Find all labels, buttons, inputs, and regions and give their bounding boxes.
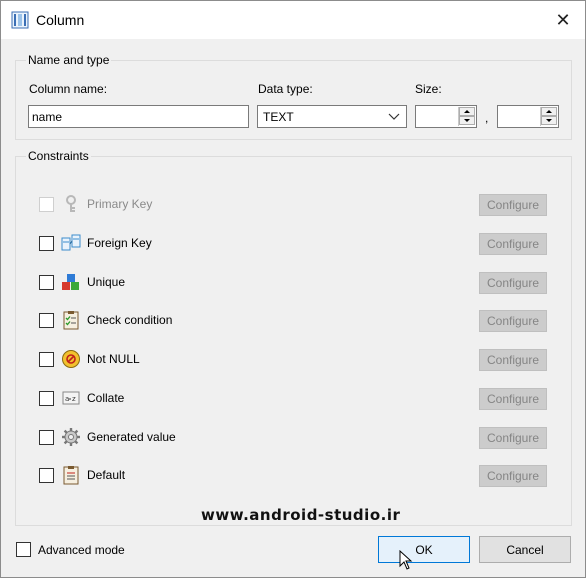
gear-icon (61, 427, 81, 447)
primary-key-checkbox[interactable] (39, 197, 54, 212)
column-dialog: Column ✕ Name and type Column name: Data… (0, 0, 586, 578)
column-table-icon (11, 11, 29, 29)
constraint-row-foreign-key: Foreign Key Configure (39, 233, 549, 255)
svg-text:a: a (65, 395, 69, 403)
close-button[interactable]: ✕ (541, 1, 585, 39)
collate-configure-button[interactable]: Configure (479, 388, 547, 410)
constraint-row-check-condition: Check condition Configure (39, 310, 549, 332)
chevron-down-icon (388, 110, 400, 122)
spin-up-button[interactable] (541, 107, 557, 116)
unique-checkbox[interactable] (39, 275, 54, 290)
foreign-key-icon (61, 233, 81, 253)
cancel-button[interactable]: Cancel (479, 536, 571, 563)
size-spinbox-2[interactable] (497, 105, 559, 128)
watermark: www.android-studio.ir (201, 506, 401, 524)
svg-text:z: z (72, 395, 76, 403)
collate-label: Collate (87, 391, 125, 405)
unique-configure-button[interactable]: Configure (479, 272, 547, 294)
constraint-row-unique: Unique Configure (39, 272, 549, 294)
column-name-label: Column name: (29, 82, 108, 96)
advanced-mode-label: Advanced mode (38, 543, 125, 557)
check-condition-checkbox[interactable] (39, 313, 54, 328)
generated-value-configure-button[interactable]: Configure (479, 427, 547, 449)
clipboard-icon (61, 465, 81, 485)
spin-down-button[interactable] (459, 116, 475, 125)
collate-checkbox[interactable] (39, 391, 54, 406)
advanced-mode-checkbox[interactable] (16, 542, 31, 557)
ok-button[interactable]: OK (378, 536, 470, 563)
not-null-icon (61, 349, 81, 369)
arrow-down-icon (464, 119, 470, 122)
data-type-select[interactable]: TEXT (257, 105, 407, 128)
unique-blocks-icon (61, 272, 81, 292)
check-condition-configure-button[interactable]: Configure (479, 310, 547, 332)
primary-key-label: Primary Key (87, 197, 153, 211)
mouse-cursor-icon (399, 549, 413, 570)
key-icon (61, 194, 81, 214)
window-title: Column (36, 12, 85, 28)
constraints-legend: Constraints (26, 149, 91, 163)
constraint-row-not-null: Not NULL Configure (39, 349, 549, 371)
checklist-icon (61, 310, 81, 330)
constraint-row-default: Default Configure (39, 465, 549, 487)
check-condition-label: Check condition (87, 313, 173, 327)
size-spinbox-1[interactable] (415, 105, 477, 128)
foreign-key-checkbox[interactable] (39, 236, 54, 251)
column-name-input[interactable] (28, 105, 249, 128)
spin-up-button[interactable] (459, 107, 475, 116)
size-separator: , (485, 111, 489, 125)
default-configure-button[interactable]: Configure (479, 465, 547, 487)
default-label: Default (87, 468, 126, 482)
arrow-up-icon (546, 110, 552, 113)
unique-label: Unique (87, 275, 126, 289)
collate-icon: az (61, 388, 81, 408)
size-label: Size: (415, 82, 442, 96)
constraint-row-generated-value: Generated value Configure (39, 427, 549, 449)
arrow-down-icon (546, 119, 552, 122)
default-checkbox[interactable] (39, 468, 54, 483)
spin-down-button[interactable] (541, 116, 557, 125)
generated-value-checkbox[interactable] (39, 430, 54, 445)
data-type-label: Data type: (258, 82, 313, 96)
foreign-key-label: Foreign Key (87, 236, 152, 250)
constraint-row-primary-key: Primary Key Configure (39, 194, 549, 216)
primary-key-configure-button[interactable]: Configure (479, 194, 547, 216)
data-type-value: TEXT (263, 110, 294, 124)
not-null-checkbox[interactable] (39, 352, 54, 367)
constraint-row-collate: az Collate Configure (39, 388, 549, 410)
foreign-key-configure-button[interactable]: Configure (479, 233, 547, 255)
arrow-up-icon (464, 110, 470, 113)
title-bar: Column ✕ (1, 1, 585, 39)
name-and-type-group: Name and type (15, 53, 572, 140)
generated-value-label: Generated value (87, 430, 176, 444)
spin-buttons-1 (458, 107, 475, 126)
name-and-type-legend: Name and type (26, 53, 112, 67)
close-icon: ✕ (555, 9, 571, 30)
spin-buttons-2 (540, 107, 557, 126)
not-null-label: Not NULL (87, 352, 140, 366)
not-null-configure-button[interactable]: Configure (479, 349, 547, 371)
